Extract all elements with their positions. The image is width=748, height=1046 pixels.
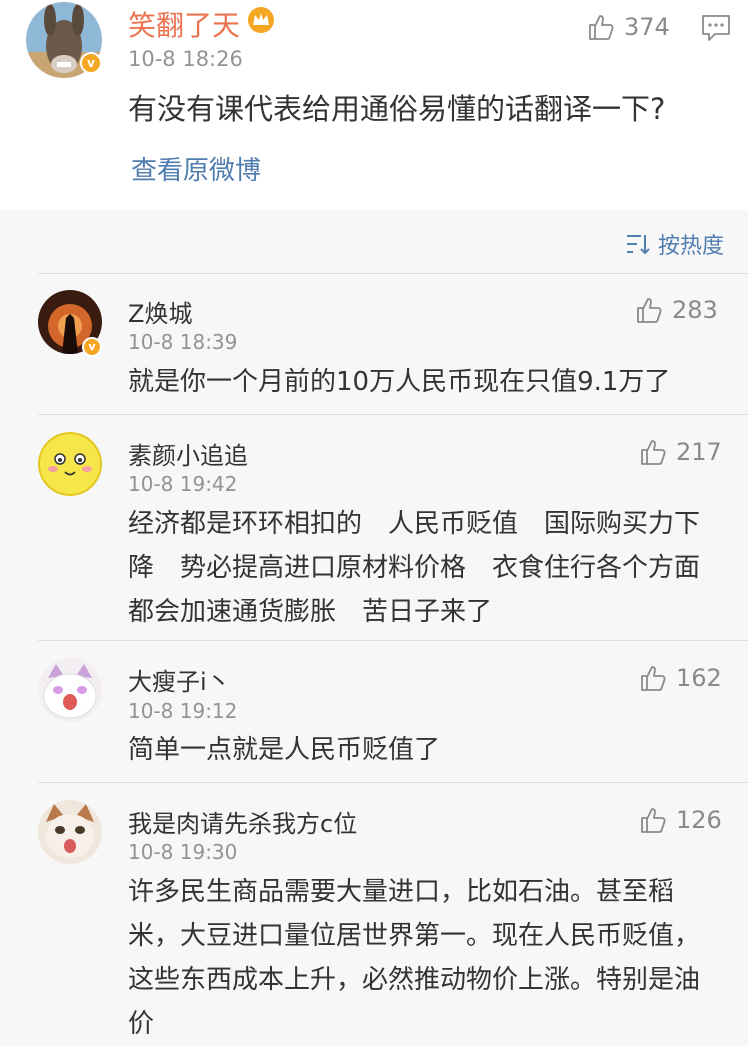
- comment-text: 经济都是环环相扣的 人民币贬值 国际购买力下降 势必提高进口原材料价格 衣食住行…: [128, 509, 727, 627]
- crown-icon: [248, 7, 274, 33]
- comment-like-button[interactable]: 126: [638, 803, 722, 837]
- divider: [38, 782, 748, 783]
- commenter-avatar[interactable]: [38, 800, 102, 864]
- thumbs-up-icon: [641, 666, 666, 691]
- comment-icon[interactable]: [701, 14, 731, 42]
- comment-like-button[interactable]: 283: [634, 293, 718, 327]
- comment-text: 就是你一个月前的10万人民币现在只值9.1万了: [128, 367, 671, 397]
- commenter-name[interactable]: 我是肉请先杀我方c位: [128, 804, 357, 839]
- comment-time: 10-8 19:30: [128, 840, 238, 864]
- comment-time: 10-8 19:12: [128, 699, 238, 723]
- op-like-button[interactable]: 374: [586, 10, 670, 44]
- comment-like-count: 217: [676, 438, 722, 466]
- divider: [38, 273, 748, 274]
- comment-like-count: 283: [672, 296, 718, 324]
- commenter-name[interactable]: 素颜小追追: [128, 436, 248, 471]
- op-user-name[interactable]: 笑翻了天: [128, 4, 240, 44]
- divider: [38, 640, 748, 641]
- comment-time: 10-8 19:42: [128, 472, 238, 496]
- thumbs-up-icon: [641, 440, 666, 465]
- commenter-avatar[interactable]: [38, 432, 102, 496]
- comment-like-button[interactable]: 162: [638, 661, 722, 695]
- thumbs-up-icon: [589, 15, 614, 40]
- comment-like-button[interactable]: 217: [638, 435, 722, 469]
- sort-icon: [626, 235, 650, 255]
- comment-list: 按热度 v Z焕城 10-8 18:39 283 就是你一个月前的10万人民币现…: [0, 210, 748, 1046]
- sort-by-hot-button[interactable]: 按热度: [626, 228, 724, 260]
- comment-time: 10-8 18:39: [128, 330, 238, 354]
- thumbs-up-icon: [637, 298, 662, 323]
- verified-badge-icon: v: [82, 337, 102, 357]
- op-time: 10-8 18:26: [128, 47, 243, 71]
- op-text: 有没有课代表给用通俗易懂的话翻译一下?: [128, 92, 666, 126]
- verified-badge-icon: v: [80, 52, 102, 74]
- original-post: v 笑翻了天 10-8 18:26 有没有课代表给用通俗易懂的话翻译一下? 查看…: [0, 0, 748, 210]
- comment-text: 许多民生商品需要大量进口，比如石油。甚至稻米，大豆进口量位居世界第一。现在人民币…: [128, 877, 701, 1039]
- commenter-name[interactable]: Z焕城: [128, 294, 192, 329]
- comment-text: 简单一点就是人民币贬值了: [128, 735, 441, 765]
- thumbs-up-icon: [641, 808, 666, 833]
- view-original-link[interactable]: 查看原微博: [131, 150, 261, 187]
- sort-label: 按热度: [657, 234, 724, 259]
- comment-like-count: 162: [676, 664, 722, 692]
- commenter-avatar[interactable]: [38, 658, 102, 722]
- op-like-count: 374: [624, 13, 670, 41]
- divider: [38, 414, 748, 415]
- comment-like-count: 126: [676, 806, 722, 834]
- commenter-name[interactable]: 大瘦子i丶: [128, 662, 231, 697]
